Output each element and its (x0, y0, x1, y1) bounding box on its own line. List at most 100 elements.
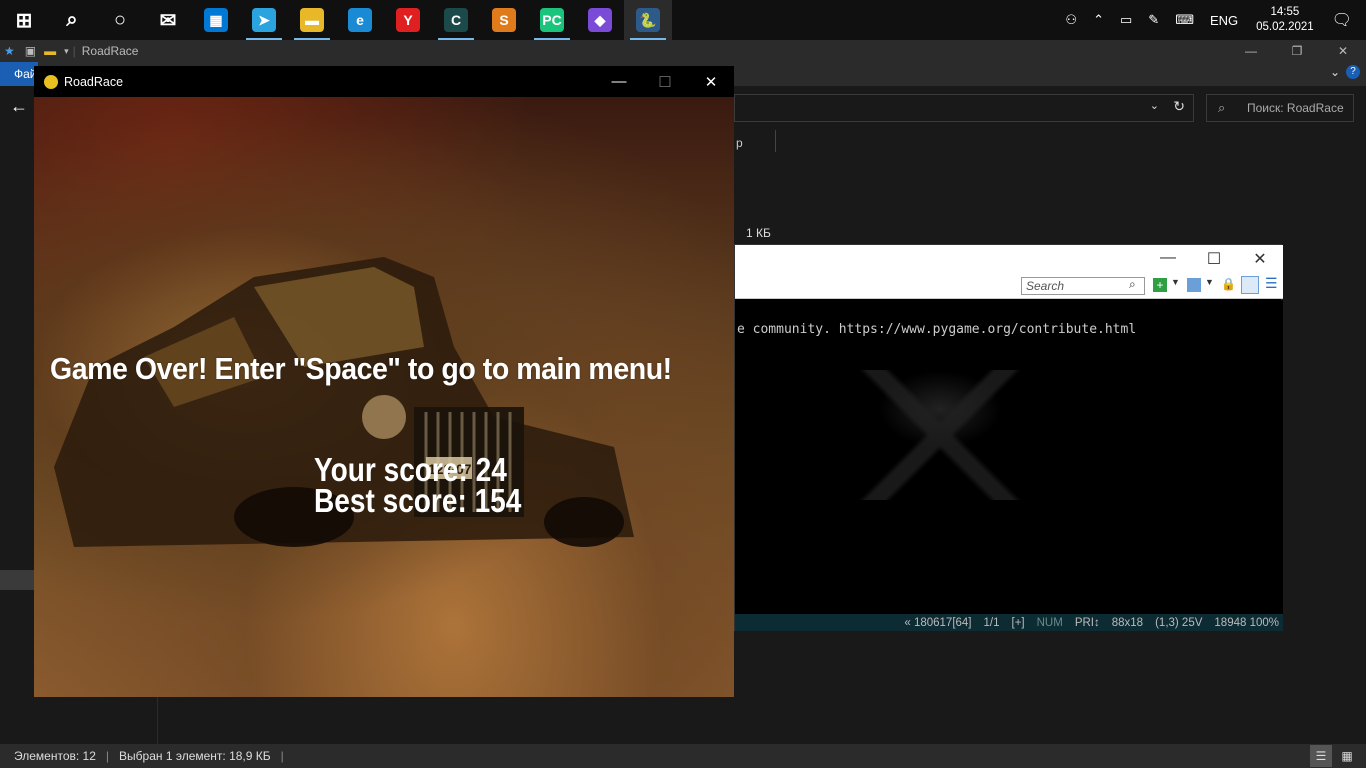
explorer-status-bar: Элементов: 12 | Выбран 1 элемент: 18,9 К… (0, 744, 1366, 768)
ribbon-expand-icon[interactable]: ⌄ (1330, 65, 1340, 79)
new-console-icon[interactable]: + (1153, 278, 1167, 292)
help-icon[interactable]: ? (1346, 65, 1360, 79)
visual-studio-icon: ◆ (588, 8, 612, 32)
address-dropdown-icon[interactable]: ⌄ (1150, 99, 1159, 112)
large-icons-view-icon[interactable]: ▦ (1336, 745, 1358, 767)
game-minimize-button[interactable]: — (596, 66, 642, 97)
status-seg-1: 1/1 (983, 616, 1000, 629)
status-seg-5: 88x18 (1111, 616, 1144, 629)
conemu-icon: C (444, 8, 468, 32)
taskbar-app-conemu[interactable]: C (432, 0, 480, 40)
edge-icon: e (348, 8, 372, 32)
clock[interactable]: 14:55 05.02.2021 (1246, 5, 1324, 35)
console-line: e community. https://www.pygame.org/cont… (737, 322, 1137, 337)
menu-icon[interactable]: ☰ (1265, 275, 1278, 292)
console-search-icon[interactable]: ⌕ (1129, 277, 1136, 292)
game-canvas[interactable]: 128-07 Game Over! Enter "Space" to go to… (34, 97, 734, 697)
console-minimize-button[interactable]: — (1145, 249, 1191, 267)
console-close-button[interactable]: ✕ (1237, 249, 1283, 269)
split-icon[interactable] (1187, 278, 1201, 292)
sublime-icon: S (492, 8, 516, 32)
explorer-icon: ▬ (300, 8, 324, 32)
status-seg-7: 18948 100% (1214, 616, 1279, 629)
taskbar-app-mail[interactable]: ✉ (144, 0, 192, 40)
status-item-count: Элементов: 12 (14, 749, 96, 763)
console-title-bar: — ☐ ✕ (735, 245, 1283, 273)
status-seg-3: NUM (1036, 616, 1063, 629)
system-tray: ⚇ ⌃ ▭ ✎ ⌨ ENG 14:55 05.02.2021 🗨 (1057, 0, 1366, 40)
refresh-icon[interactable]: ↻ (1173, 98, 1185, 115)
status-seg-6: (1,3) 25V (1155, 616, 1203, 629)
close-button[interactable]: ✕ (1320, 44, 1366, 58)
column-header-fragment: р (736, 136, 743, 150)
console-output: e community. https://www.pygame.org/cont… (735, 300, 1283, 614)
mail-icon: ✉ (156, 8, 180, 32)
maximize-button[interactable]: ❐ (1274, 44, 1320, 58)
column-divider (775, 130, 776, 152)
properties-icon[interactable]: ▣ (21, 44, 40, 58)
panel-icon[interactable] (1241, 276, 1259, 294)
taskbar-app-visual-studio[interactable]: ◆ (576, 0, 624, 40)
back-icon[interactable]: ← (10, 96, 28, 117)
folder-icon[interactable]: ▬ (40, 44, 60, 58)
taskbar: ⊞ ⌕ ○ ✉ ▦ ➤ ▬ e Y C S PC ◆ 🐍 ⚇ ⌃ ▭ ✎ ⌨ ENG 14:55 05.0… (0, 0, 1366, 40)
customize-toolbar-icon[interactable]: ▾ (60, 46, 73, 57)
console-maximize-button[interactable]: ☐ (1191, 249, 1237, 269)
lock-icon[interactable]: 🔒 (1221, 277, 1236, 291)
split-dropdown-icon[interactable]: ▼ (1205, 277, 1214, 287)
roadrace-window: RoadRace — ☐ ✕ 128-07 Game Over! Enter "… (34, 66, 734, 697)
notifications-icon[interactable]: 🗨 (1324, 10, 1366, 30)
taskbar-app-edge[interactable]: e (336, 0, 384, 40)
status-seg-0: « 180617[64] (904, 616, 972, 629)
status-selection: Выбран 1 элемент: 18,9 КБ (119, 749, 271, 763)
pen-icon[interactable]: ✎ (1140, 12, 1167, 28)
store-icon: ▦ (204, 8, 228, 32)
taskbar-app-search[interactable]: ⌕ (48, 0, 96, 40)
explorer-search-input[interactable]: Поиск: RoadRace (1206, 94, 1354, 122)
people-icon[interactable]: ⚇ (1057, 12, 1085, 28)
game-title: RoadRace (64, 74, 124, 89)
explorer-title: RoadRace (81, 44, 139, 58)
battery-icon[interactable]: ▭ (1112, 12, 1140, 28)
taskbar-app-start[interactable]: ⊞ (0, 0, 48, 40)
keyboard-icon[interactable]: ⌨ (1167, 12, 1202, 28)
clock-time: 14:55 (1270, 6, 1300, 18)
status-seg-4: PRI↕ (1074, 616, 1100, 629)
explorer-search-icon: ⌕ (1218, 100, 1226, 115)
taskbar-app-cortana[interactable]: ○ (96, 0, 144, 40)
yandex-icon: Y (396, 8, 420, 32)
taskbar-app-python[interactable]: 🐍 (624, 0, 672, 40)
game-over-message: Game Over! Enter "Space" to go to main m… (50, 351, 672, 386)
taskbar-app-store[interactable]: ▦ (192, 0, 240, 40)
clock-date: 05.02.2021 (1256, 21, 1314, 33)
minimize-button[interactable]: — (1228, 44, 1274, 58)
game-maximize-button[interactable]: ☐ (642, 66, 688, 97)
quick-access-icon[interactable]: ★ (0, 44, 21, 58)
best-score: Best score: 154 (314, 482, 522, 519)
status-seg-2: [+] (1011, 616, 1025, 629)
pycharm-icon: PC (540, 8, 564, 32)
taskbar-app-explorer[interactable]: ▬ (288, 0, 336, 40)
taskbar-app-pycharm[interactable]: PC (528, 0, 576, 40)
language-indicator[interactable]: ENG (1202, 13, 1246, 28)
cortana-icon: ○ (108, 8, 132, 32)
console-search-input[interactable]: Search (1021, 277, 1145, 295)
pygame-icon (44, 74, 58, 89)
tab-file[interactable]: Фай (0, 62, 38, 86)
console-toolbar: Search ⌕ + ▼ ▼ 🔒 ☰ (735, 273, 1283, 299)
taskbar-app-telegram[interactable]: ➤ (240, 0, 288, 40)
search-icon: ⌕ (60, 8, 84, 32)
address-bar[interactable]: ⌄ ↻ (734, 94, 1194, 122)
python-icon: 🐍 (636, 8, 660, 32)
taskbar-app-yandex[interactable]: Y (384, 0, 432, 40)
nav-selected-item[interactable] (0, 570, 34, 590)
show-hidden-icons-icon[interactable]: ⌃ (1085, 12, 1112, 28)
telegram-icon: ➤ (252, 8, 276, 32)
start-icon: ⊞ (12, 8, 36, 32)
explorer-title-bar: ★ ▣ ▬ ▾ | RoadRace — ❐ ✕ (0, 40, 1366, 62)
details-view-icon[interactable]: ☰ (1310, 745, 1332, 767)
console-status-bar: « 180617[64] 1/1 [+] NUM PRI↕ 88x18 (1,3… (735, 614, 1283, 631)
new-console-dropdown-icon[interactable]: ▼ (1171, 277, 1180, 287)
game-close-button[interactable]: ✕ (688, 66, 734, 97)
taskbar-app-sublime[interactable]: S (480, 0, 528, 40)
